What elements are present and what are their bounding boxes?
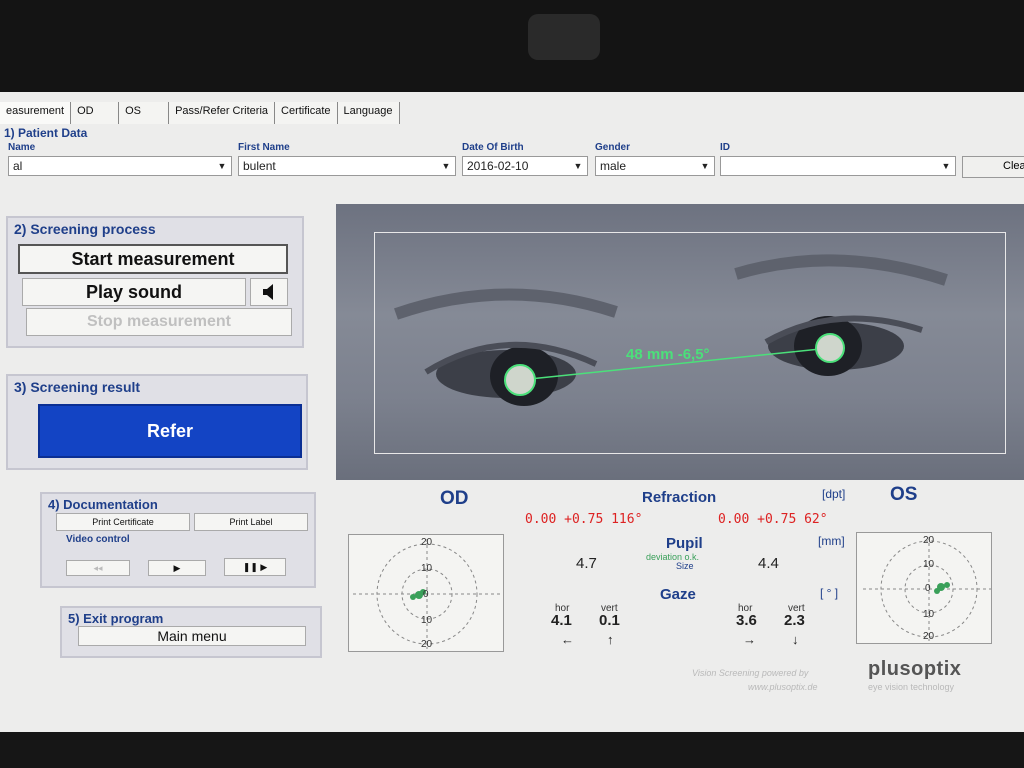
first-name-label: First Name: [238, 142, 290, 153]
dropdown-arrow-icon[interactable]: ▼: [571, 159, 585, 173]
camera-feed: 48 mm -6,5°: [336, 204, 1024, 480]
name-field[interactable]: al ▼: [8, 156, 232, 176]
print-certificate-button[interactable]: Print Certificate: [56, 513, 190, 531]
documentation-title: 4) Documentation: [48, 497, 158, 512]
od-pupil-value: 4.7: [576, 555, 597, 572]
od-gaze-hor: 4.1: [551, 612, 572, 629]
od-plot-tick-center: 0: [423, 589, 429, 600]
dropdown-arrow-icon[interactable]: ▼: [215, 159, 229, 173]
arrow-right-icon: →: [743, 632, 756, 647]
od-gaze-plot: 20 10 0 10 20: [348, 534, 504, 652]
play-button[interactable]: ▶: [148, 560, 206, 576]
video-control-label: Video control: [66, 534, 130, 545]
pupil-distance-readout: 48 mm -6,5°: [626, 346, 710, 363]
os-pupil-value: 4.4: [758, 555, 779, 572]
arrow-left-icon: ←: [561, 632, 574, 647]
os-gaze-hor: 3.6: [736, 612, 757, 629]
stop-measurement-button[interactable]: Stop measurement: [26, 308, 292, 336]
webcam: [528, 14, 600, 60]
print-label-button[interactable]: Print Label: [194, 513, 308, 531]
pupil-title: Pupil: [666, 535, 703, 552]
tab-measurement[interactable]: easurement: [0, 102, 72, 124]
tab-certificate[interactable]: Certificate: [275, 102, 338, 124]
os-plot-tick-upper: 10: [923, 559, 935, 570]
os-plot-tick-bottom: 20: [923, 631, 935, 642]
tab-bar: easurement OD OS Pass/Refer Criteria Cer…: [0, 102, 400, 124]
tab-od[interactable]: OD: [71, 102, 120, 124]
refer-result-badge: Refer: [38, 404, 302, 458]
plusoptix-logo: plusoptix: [868, 658, 962, 680]
dropdown-arrow-icon[interactable]: ▼: [439, 159, 453, 173]
screening-process-title: 2) Screening process: [14, 221, 156, 237]
clear-button[interactable]: Clea: [962, 156, 1024, 178]
app-window: easurement OD OS Pass/Refer Criteria Cer…: [0, 92, 1024, 732]
play-icon: ▶: [173, 563, 181, 573]
od-gaze-vert: 0.1: [599, 612, 620, 629]
first-name-value: bulent: [243, 159, 276, 173]
rewind-button[interactable]: ◂◂: [66, 560, 130, 576]
dob-value: 2016-02-10: [467, 159, 529, 173]
powered-by-text: Vision Screening powered by: [692, 668, 809, 678]
dropdown-arrow-icon[interactable]: ▼: [939, 159, 953, 173]
tab-os[interactable]: OS: [119, 102, 170, 124]
name-label: Name: [8, 142, 36, 153]
os-refraction-value: 0.00 +0.75 62°: [718, 512, 828, 527]
od-plot-tick-bottom: 20: [421, 639, 433, 650]
speaker-button[interactable]: [250, 278, 288, 306]
os-title: OS: [890, 484, 918, 505]
dropdown-arrow-icon[interactable]: ▼: [698, 159, 712, 173]
od-title: OD: [440, 488, 469, 509]
monitor-bezel-bottom: [0, 732, 1024, 768]
name-value: al: [13, 159, 23, 173]
camera-frame: [374, 232, 1006, 454]
od-plot-tick-lower: 10: [421, 615, 433, 626]
od-refraction-value: 0.00 +0.75 116°: [525, 512, 643, 527]
website-text: www.plusoptix.de: [748, 682, 818, 692]
gaze-title: Gaze: [660, 586, 696, 603]
pupil-unit: [mm]: [818, 534, 845, 548]
main-menu-button[interactable]: Main menu: [78, 626, 306, 646]
arrow-down-icon: ↓: [792, 632, 799, 647]
gaze-unit: [ ° ]: [820, 586, 839, 600]
arrow-up-icon: ↑: [607, 632, 614, 647]
id-field[interactable]: ▼: [720, 156, 956, 176]
os-gaze-plot: 20 10 0 10 20: [856, 532, 992, 644]
os-gaze-vert: 2.3: [784, 612, 805, 629]
rewind-icon: ◂◂: [93, 563, 103, 573]
screening-result-title: 3) Screening result: [14, 379, 141, 395]
tab-language[interactable]: Language: [337, 102, 400, 124]
first-name-field[interactable]: bulent ▼: [238, 156, 456, 176]
pupil-size-label: Size: [676, 561, 694, 571]
exit-program-title: 5) Exit program: [68, 611, 164, 626]
od-plot-tick-upper: 10: [421, 563, 433, 574]
speaker-icon: [263, 284, 273, 300]
refraction-title: Refraction: [642, 489, 717, 506]
play-sound-button[interactable]: Play sound: [22, 278, 246, 306]
tab-pass-refer-criteria[interactable]: Pass/Refer Criteria: [169, 102, 276, 124]
monitor-bezel-top: [0, 0, 1024, 92]
id-label: ID: [720, 142, 730, 153]
brand-tagline: eye vision technology: [868, 682, 955, 692]
pause-play-button[interactable]: ❚❚ ▶: [224, 558, 286, 576]
gender-label: Gender: [595, 142, 631, 153]
gender-field[interactable]: male ▼: [595, 156, 715, 176]
os-plot-tick-center: 0: [925, 583, 931, 594]
start-measurement-button[interactable]: Start measurement: [18, 244, 288, 274]
os-plot-tick-lower: 10: [923, 609, 935, 620]
dob-label: Date Of Birth: [462, 142, 524, 153]
refraction-unit: [dpt]: [822, 487, 846, 501]
dob-field[interactable]: 2016-02-10 ▼: [462, 156, 588, 176]
os-plot-tick-top: 20: [923, 535, 935, 546]
od-plot-tick-top: 20: [421, 537, 433, 548]
patient-data-title: 1) Patient Data: [4, 126, 88, 140]
pause-play-icon: ❚❚ ▶: [242, 562, 268, 572]
gender-value: male: [600, 159, 627, 173]
